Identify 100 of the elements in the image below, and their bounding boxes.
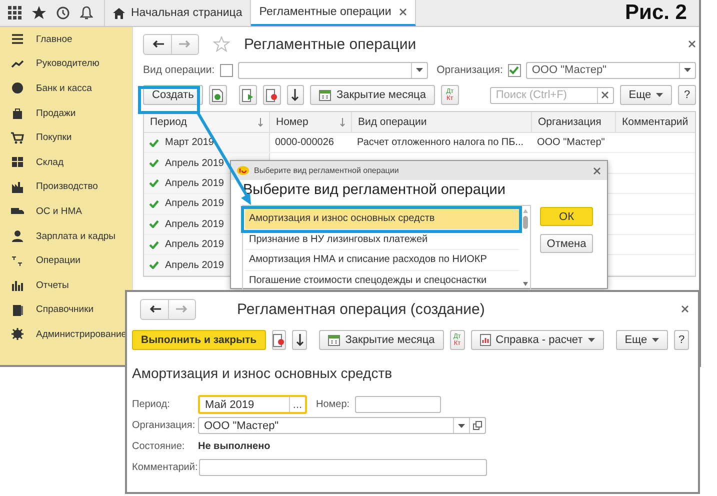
app-logo-icon [237,166,249,175]
checkbox[interactable] [508,64,521,76]
column-header[interactable]: Вид операции [352,112,532,132]
field-label: Организация: [436,64,503,76]
sidebar-item[interactable]: ОС и НМА [0,199,82,224]
list-item[interactable]: Амортизация НМА и списание расходов по НИОКР [245,250,519,270]
form-title: Регламентные операции [244,36,416,52]
cancel-button[interactable]: Отмена [540,234,593,253]
list-item[interactable]: Признание в НУ лизинговых платежей [245,230,519,250]
sort-icon[interactable] [340,118,345,126]
checkbox[interactable] [220,64,233,76]
more-button[interactable]: Еще [620,85,672,105]
sidebar-item[interactable]: Зарплата и кадры [0,224,116,248]
unpost-button[interactable] [262,85,281,105]
state-value: Не выполнено [198,441,270,452]
forward-arrow-icon [179,40,191,48]
section-icon [11,180,24,193]
document-icon [242,88,254,102]
organization-field[interactable]: ООО "Мастер" [526,62,696,78]
operation-heading: Амортизация и износ основных средств [132,365,394,381]
comment-field[interactable] [198,459,487,476]
section-icon [11,107,24,120]
add-document-icon [212,88,224,102]
section-icon [11,58,24,70]
field-label: Комментарий: [132,462,198,473]
close-icon[interactable] [681,305,689,313]
tab-label[interactable]: Начальная страница [131,7,242,19]
close-icon[interactable] [688,40,696,48]
dropdown-icon[interactable] [652,338,660,342]
field-label: Состояние: [132,441,186,452]
sidebar-item[interactable]: Банк и касса [0,76,92,101]
sidebar-item[interactable]: Производство [0,174,98,200]
unpost-button[interactable] [272,330,286,350]
post-button[interactable] [238,85,257,105]
month-close-button[interactable]: Закрытие месяца [310,85,435,105]
operation-field[interactable] [238,62,428,78]
calendar-icon [328,334,340,346]
bell-icon[interactable] [80,6,93,20]
history-icon[interactable] [56,6,70,20]
section-icon [11,254,24,267]
scroll-thumb[interactable] [523,216,528,229]
back-arrow-icon [152,40,164,48]
calendar-icon [319,89,332,101]
ok-button[interactable]: ОК [540,207,593,226]
section-icon [11,132,24,144]
apps-grid-icon[interactable] [8,6,22,20]
scroll-down-icon[interactable] [523,282,528,286]
sidebar-item[interactable]: Склад [0,150,64,175]
sidebar-item[interactable]: Продажи [0,100,76,126]
dropdown-icon[interactable] [684,68,691,72]
sidebar-item[interactable]: Отчеты [0,272,69,298]
back-arrow-icon [148,305,160,313]
tab-label[interactable]: Регламентные операции [259,6,392,18]
run-and-close-button[interactable]: Выполнить и закрыть [132,330,266,350]
highlight-frame [138,86,200,114]
dropdown-icon[interactable] [458,424,465,428]
close-icon[interactable] [399,8,408,16]
section-icon [11,328,24,340]
organization-field[interactable]: ООО "Мастер" [198,417,486,434]
copy-button[interactable] [208,85,227,105]
table-cell: 0000-000026 [275,137,334,148]
form-title: Регламентная операция (создание) [237,300,485,318]
sidebar-item[interactable]: Главное [0,27,72,52]
tab[interactable]: Регламентные операции [251,0,416,26]
section-icon [11,33,24,46]
more-button[interactable]: Еще [616,330,668,350]
sidebar-item[interactable]: Справочники [0,298,94,322]
period-field[interactable]: Май 2019 ... [198,395,307,414]
sidebar-item[interactable]: Администрирование [0,322,127,347]
document-icon [266,88,278,102]
close-icon[interactable] [593,166,601,174]
close-icon[interactable] [601,91,610,99]
column-header[interactable]: Номер [270,112,352,132]
down-button[interactable] [286,85,304,105]
down-button[interactable] [292,330,308,350]
sidebar-item[interactable]: Операции [0,248,80,273]
open-icon[interactable] [473,421,482,430]
field-label: Номер: [316,399,350,410]
dropdown-icon[interactable] [588,338,595,342]
star-icon[interactable] [32,6,46,20]
help-button[interactable]: ? [674,330,689,350]
month-close-button[interactable]: Закрытие месяца [319,330,444,350]
dropdown-icon[interactable] [656,93,664,97]
sidebar-item[interactable]: Покупки [0,125,72,150]
column-header[interactable]: Комментарий [616,112,695,132]
report-button[interactable]: Справка - расчет [470,330,604,350]
column-header[interactable]: Период [144,112,270,132]
sidebar-item[interactable]: Руководителю [0,52,100,76]
number-field[interactable] [354,396,441,413]
field-label: Период: [132,399,171,410]
dropdown-icon[interactable] [416,68,423,72]
column-header[interactable]: Организация [532,112,616,132]
down-arrow-icon [291,89,300,101]
help-button[interactable]: ? [678,85,696,105]
sort-icon[interactable] [258,118,263,126]
document-icon [272,334,285,346]
section-icon [11,230,24,242]
table-cell: Расчет отложенного налога по ПБ... [357,137,524,148]
star-icon[interactable] [213,36,230,52]
list-item[interactable]: Амортизация и износ основных средств [245,209,519,230]
